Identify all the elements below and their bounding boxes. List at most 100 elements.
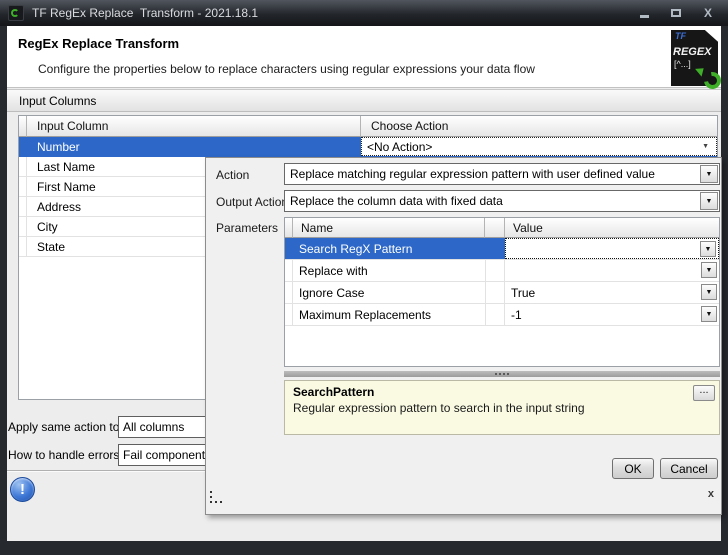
ok-button[interactable]: OK: [612, 458, 654, 479]
chevron-down-icon: ▼: [705, 266, 713, 274]
parameter-description-panel: SearchPattern Regular expression pattern…: [284, 380, 720, 435]
value-dropdown-button[interactable]: ▼: [701, 306, 717, 322]
row-gutter: [19, 157, 27, 176]
parameter-value-combo[interactable]: ▼: [505, 238, 719, 259]
splitter-handle[interactable]: [284, 371, 720, 377]
input-columns-label: Input Columns: [19, 93, 97, 108]
chevron-down-icon: ▼: [705, 197, 713, 205]
row-gutter: [285, 238, 293, 259]
output-action-value: Replace the column data with fixed data: [290, 194, 503, 208]
choose-action-header: Choose Action: [361, 116, 717, 137]
chevron-down-icon: ▼: [705, 310, 713, 318]
output-action-label: Output Action: [216, 195, 289, 209]
app-icon: [8, 5, 24, 21]
input-column-row-number[interactable]: Number <No Action> ▼: [19, 137, 717, 157]
parameter-mid-cell: [485, 304, 505, 325]
action-label: Action: [216, 168, 250, 182]
help-icon: !: [20, 481, 25, 498]
minimize-icon: [639, 15, 649, 18]
cancel-button[interactable]: Cancel: [660, 458, 718, 479]
parameter-mid-cell: [485, 282, 505, 303]
maximize-icon: [671, 9, 681, 17]
row-gutter: [19, 137, 27, 156]
row-name: Number: [37, 139, 80, 154]
handle-errors-combo[interactable]: Fail component: [118, 444, 218, 466]
parameter-row-max-replacements[interactable]: Maximum Replacements -1 ▼: [285, 304, 719, 326]
row-gutter: [285, 260, 293, 281]
window-controls: X: [636, 0, 716, 26]
refresh-icon: [11, 9, 19, 17]
page-title: RegEx Replace Transform: [18, 36, 180, 51]
expression-editor-button[interactable]: ...: [693, 385, 715, 401]
row-gutter: [285, 304, 293, 325]
action-combo[interactable]: Replace matching regular expression patt…: [284, 163, 720, 185]
parameter-value-combo[interactable]: ▼: [505, 260, 719, 281]
parameter-description-title: SearchPattern: [293, 385, 375, 399]
page-subtitle: Configure the properties below to replac…: [38, 62, 535, 76]
apply-same-action-label: Apply same action to: [8, 420, 120, 434]
chevron-down-icon[interactable]: ▼: [702, 143, 709, 150]
parameter-name: Maximum Replacements: [299, 307, 432, 322]
output-action-combo[interactable]: Replace the column data with fixed data …: [284, 190, 720, 212]
parameter-value: True: [511, 285, 536, 300]
badge-pattern-label: [^...]: [674, 59, 691, 69]
parameter-description-text: Regular expression pattern to search in …: [293, 401, 585, 415]
value-dropdown-button[interactable]: ▼: [701, 284, 717, 300]
parameter-row-replace-with[interactable]: Replace with ▼: [285, 260, 719, 282]
help-button[interactable]: !: [10, 477, 35, 502]
row-gutter: [19, 217, 27, 236]
parameter-mid-cell: [485, 260, 505, 281]
apply-same-action-combo[interactable]: All columns: [118, 416, 218, 438]
handle-errors-value: Fail component: [123, 448, 206, 462]
row-action-cell: <No Action> ▼: [361, 137, 717, 156]
grid-corner-cell: [285, 218, 293, 238]
row-gutter: [19, 237, 27, 256]
parameter-name: Ignore Case: [299, 285, 365, 300]
titlebar[interactable]: TF RegEx Replace Transform - 2021.18.1 X: [0, 0, 728, 26]
chevron-down-icon: ▼: [705, 170, 713, 178]
input-column-header: Input Column: [27, 116, 361, 137]
action-combo-button[interactable]: ▼: [700, 165, 718, 183]
row-gutter: [19, 197, 27, 216]
parameters-grid: Name Value Search RegX Pattern ▼ Replace: [284, 217, 720, 367]
dialog-content: RegEx Replace Transform Configure the pr…: [7, 26, 725, 541]
input-columns-group-header: Input Columns: [7, 89, 721, 112]
dialog-header: RegEx Replace Transform Configure the pr…: [7, 26, 725, 93]
choose-action-combo[interactable]: <No Action> ▼: [361, 137, 717, 156]
grid-corner-cell: [19, 116, 27, 137]
value-dropdown-button[interactable]: ▼: [701, 262, 717, 278]
parameter-name: Search RegX Pattern: [293, 238, 485, 259]
parameter-row-search-pattern[interactable]: Search RegX Pattern ▼: [285, 238, 719, 260]
resize-grip-icon[interactable]: [210, 491, 222, 503]
popup-resize-x-icon[interactable]: x: [708, 489, 714, 500]
parameter-value-combo[interactable]: -1 ▼: [505, 304, 719, 325]
regex-logo: TF REGEX [^...]: [671, 30, 725, 93]
close-icon: X: [703, 6, 712, 20]
badge-regex-label: REGEX: [673, 46, 712, 58]
grid-header-row: Input Column Choose Action: [19, 116, 717, 137]
parameters-header-row: Name Value: [285, 218, 719, 238]
maximize-button[interactable]: [668, 5, 684, 21]
row-gutter: [285, 282, 293, 303]
value-dropdown-button[interactable]: ▼: [700, 241, 716, 257]
action-value: Replace matching regular expression patt…: [290, 167, 655, 181]
handle-errors-label: How to handle errors: [8, 448, 120, 462]
name-header: Name: [293, 218, 485, 238]
regex-replace-transform-window: TF RegEx Replace Transform - 2021.18.1 X…: [0, 0, 728, 555]
chevron-down-icon: ▼: [705, 288, 713, 296]
window-title: TF RegEx Replace Transform - 2021.18.1: [32, 6, 259, 20]
parameters-label: Parameters: [216, 221, 279, 235]
close-button[interactable]: X: [700, 5, 716, 21]
value-header: Value: [505, 218, 719, 238]
parameter-mid-cell: [485, 238, 505, 259]
action-editor-popup: Action Replace matching regular expressi…: [205, 157, 722, 515]
parameter-row-ignore-case[interactable]: Ignore Case True ▼: [285, 282, 719, 304]
mid-column-header: [485, 218, 505, 238]
output-action-combo-button[interactable]: ▼: [700, 192, 718, 210]
badge-tf-label: TF: [675, 31, 686, 41]
parameter-value-combo[interactable]: True ▼: [505, 282, 719, 303]
choose-action-value: <No Action>: [367, 139, 433, 154]
parameter-name: Replace with: [299, 263, 368, 278]
parameter-value: -1: [511, 307, 522, 322]
minimize-button[interactable]: [636, 5, 652, 21]
